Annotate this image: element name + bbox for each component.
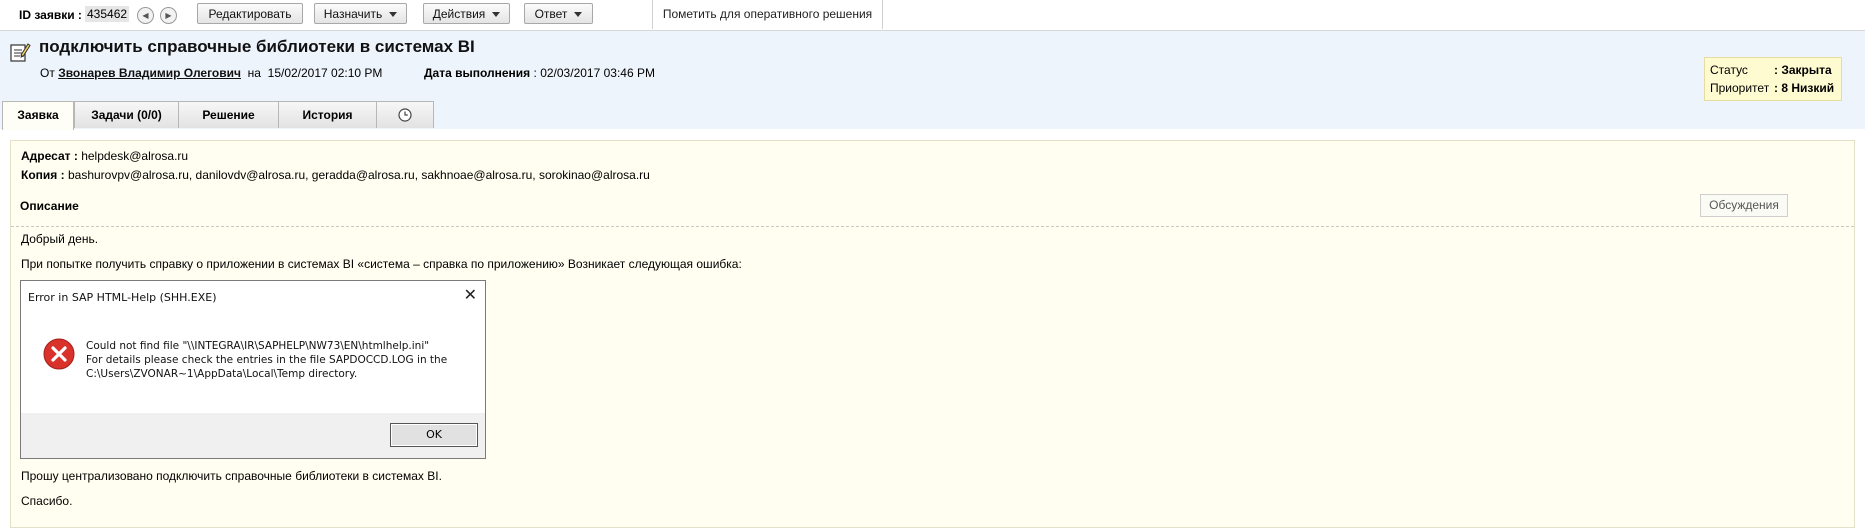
chevron-down-icon bbox=[389, 12, 398, 18]
status-value: : Закрыта bbox=[1774, 63, 1832, 77]
assign-button[interactable]: Назначить bbox=[314, 3, 407, 24]
cc-label: Копия : bbox=[21, 168, 65, 182]
body-problem: При попытке получить справку о приложени… bbox=[21, 257, 742, 271]
next-ticket-icon[interactable]: ▶ bbox=[160, 7, 177, 24]
ok-button: OK bbox=[390, 423, 478, 447]
error-icon bbox=[43, 338, 75, 370]
dialog-message: Could not find file "\\INTEGRA\IR\SAPHEL… bbox=[86, 339, 447, 381]
to-line: Адресат : helpdesk@alrosa.ru bbox=[21, 149, 188, 163]
due-date-value: : 02/03/2017 03:46 PM bbox=[533, 66, 655, 80]
prev-ticket-icon[interactable]: ◀ bbox=[137, 7, 154, 24]
divider bbox=[11, 226, 1854, 227]
tab-tasks[interactable]: Задачи (0/0) bbox=[74, 101, 179, 128]
tab-solution[interactable]: Решение bbox=[178, 101, 279, 128]
body-thanks: Спасибо. bbox=[21, 494, 73, 508]
chevron-down-icon bbox=[574, 12, 583, 18]
document-edit-icon bbox=[10, 43, 31, 62]
ticket-author-line: От Звонарев Владимир Олегович на 15/02/2… bbox=[40, 66, 382, 80]
actions-button[interactable]: Действия bbox=[423, 3, 510, 24]
body-request: Прошу централизовано подключить справочн… bbox=[21, 469, 442, 483]
cc-value: bashurovpv@alrosa.ru, danilovdv@alrosa.r… bbox=[67, 168, 650, 182]
tab-timeline[interactable] bbox=[376, 101, 434, 128]
due-date-label: Дата выполнения bbox=[424, 66, 531, 80]
to-label: Адресат : bbox=[21, 149, 78, 163]
tab-solution-label: Решение bbox=[202, 108, 255, 122]
page-title: подключить справочные библиотеки в систе… bbox=[39, 37, 475, 56]
cc-line: Копия : bashurovpv@alrosa.ru, danilovdv@… bbox=[21, 168, 650, 182]
chevron-down-icon bbox=[492, 12, 501, 18]
dialog-message-line: For details please check the entries in … bbox=[86, 354, 448, 366]
clock-icon bbox=[398, 108, 412, 122]
author-link[interactable]: Звонарев Владимир Олегович bbox=[58, 66, 241, 80]
close-icon: ✕ bbox=[463, 285, 477, 304]
discussion-label: Обсуждения bbox=[1709, 198, 1779, 212]
priority-label: Приоритет bbox=[1710, 81, 1770, 95]
edit-button-label: Редактировать bbox=[208, 7, 292, 21]
to-value: helpdesk@alrosa.ru bbox=[81, 149, 189, 163]
edit-button[interactable]: Редактировать bbox=[197, 3, 303, 24]
dialog-title: Error in SAP HTML-Help (SHH.EXE) bbox=[28, 291, 217, 304]
status-badge: Статус : Закрыта Приоритет : 8 Низкий bbox=[1704, 57, 1842, 101]
discussion-button[interactable]: Обсуждения bbox=[1700, 194, 1788, 217]
tab-history-label: История bbox=[302, 108, 353, 122]
due-date-line: Дата выполнения : 02/03/2017 03:46 PM bbox=[424, 66, 655, 80]
reply-button[interactable]: Ответ bbox=[524, 3, 593, 24]
tab-request-label: Заявка bbox=[17, 108, 59, 122]
priority-value: : 8 Низкий bbox=[1774, 81, 1835, 95]
dialog-message-line: Could not find file "\\INTEGRA\IR\SAPHEL… bbox=[86, 340, 430, 352]
error-dialog-image: Error in SAP HTML-Help (SHH.EXE) ✕ Could… bbox=[20, 280, 486, 459]
tab-history[interactable]: История bbox=[278, 101, 377, 128]
actions-button-label: Действия bbox=[432, 7, 486, 21]
on-label: на bbox=[247, 66, 261, 80]
ticket-id-label: ID заявки : bbox=[19, 8, 82, 22]
ticket-id-value[interactable]: 435462 bbox=[85, 6, 130, 22]
tab-request[interactable]: Заявка bbox=[2, 101, 74, 130]
reply-button-label: Ответ bbox=[534, 7, 568, 21]
created-date: 15/02/2017 02:10 PM bbox=[267, 66, 383, 80]
tab-tasks-label: Задачи (0/0) bbox=[91, 108, 162, 122]
assign-button-label: Назначить bbox=[323, 7, 383, 21]
toolbar: ID заявки : 435462 ◀ ▶ Редактировать Наз… bbox=[0, 0, 1865, 31]
from-label: От bbox=[40, 66, 55, 80]
dialog-message-line: C:\Users\ZVONAR~1\AppData\Local\Temp dir… bbox=[86, 368, 358, 380]
status-label: Статус bbox=[1710, 63, 1748, 77]
body-greeting: Добрый день. bbox=[21, 232, 99, 246]
dialog-footer: OK bbox=[21, 413, 485, 458]
description-heading: Описание bbox=[20, 199, 79, 213]
mark-urgent-label: Пометить для оперативного решения bbox=[662, 7, 873, 21]
mark-urgent-button[interactable]: Пометить для оперативного решения bbox=[652, 0, 883, 29]
